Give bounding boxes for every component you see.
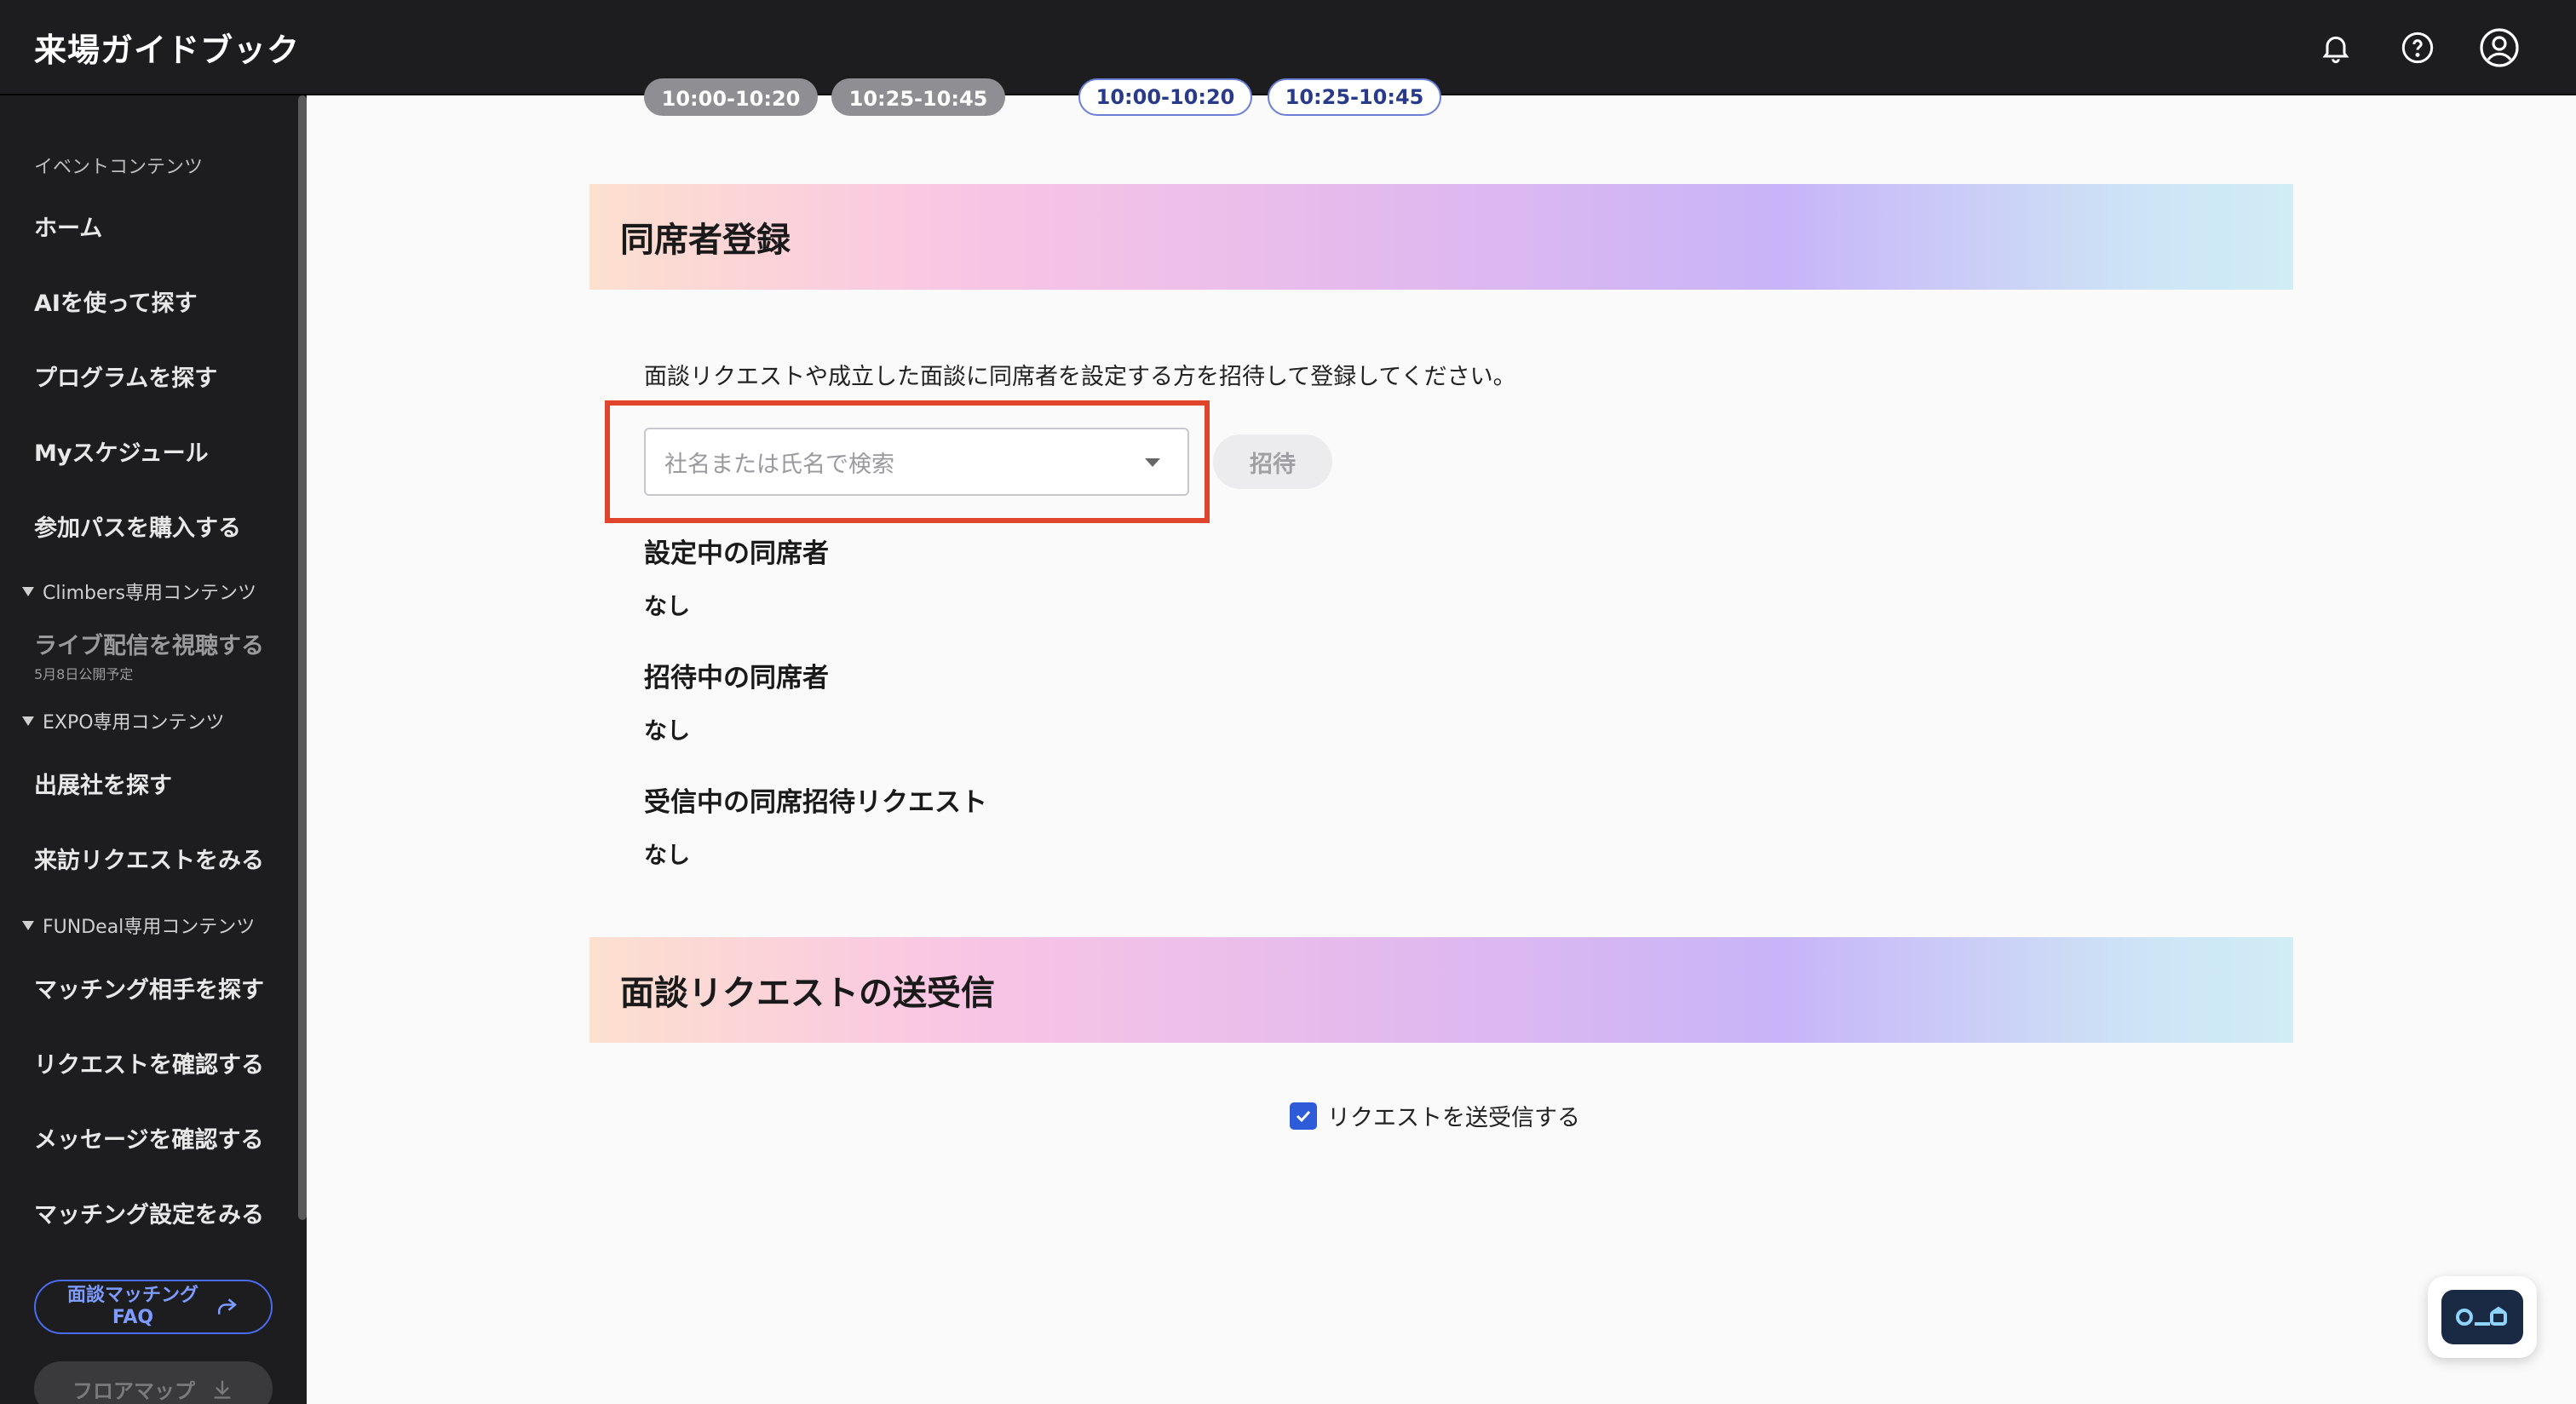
- sidebar-group-expo[interactable]: EXPO専用コンテンツ: [22, 707, 225, 734]
- incoming-requests-heading: 受信中の同席招待リクエスト: [644, 787, 987, 818]
- sidebar-group-climbers[interactable]: Climbers専用コンテンツ: [22, 578, 256, 605]
- app-title[interactable]: 来場ガイドブック: [34, 24, 300, 71]
- time-slot-pill[interactable]: 10:00-10:20: [644, 78, 818, 116]
- sidebar-item-buy-pass[interactable]: 参加パスを購入する: [34, 509, 241, 543]
- sidebar-group-label: EXPO専用コンテンツ: [43, 712, 225, 734]
- time-slot-pill[interactable]: 10:25-10:45: [1268, 78, 1441, 116]
- section-header-attendee-registration: 同席者登録: [589, 184, 2293, 290]
- search-placeholder: 社名または氏名で検索: [664, 451, 894, 478]
- sidebar-item-my-schedule[interactable]: Myスケジュール: [34, 434, 209, 468]
- download-icon: [210, 1377, 234, 1401]
- sidebar-item-check-messages[interactable]: メッセージを確認する: [34, 1121, 263, 1154]
- current-attendees-heading: 設定中の同席者: [644, 538, 829, 569]
- inviting-attendees-heading: 招待中の同席者: [644, 663, 829, 693]
- help-icon[interactable]: [2395, 26, 2440, 70]
- section-description: 面談リクエストや成立した面談に同席者を設定する方を招待して登録してください。: [644, 364, 1516, 390]
- account-icon[interactable]: [2477, 26, 2521, 70]
- sidebar-item-matching-settings[interactable]: マッチング設定をみる: [34, 1196, 264, 1229]
- sidebar-item-home[interactable]: ホーム: [34, 210, 102, 243]
- chevron-down-icon: [22, 920, 34, 930]
- sidebar-group-label: Climbers専用コンテンツ: [43, 583, 257, 604]
- request-checkbox-label: リクエストを送受信する: [1327, 1105, 1580, 1131]
- section-header-meeting-requests: 面談リクエストの送受信: [589, 937, 2293, 1043]
- chevron-down-icon: [22, 586, 34, 596]
- bell-icon[interactable]: [2314, 26, 2358, 70]
- incoming-requests-value: なし: [644, 843, 690, 869]
- inviting-attendees-value: なし: [644, 718, 690, 745]
- attendee-search-select[interactable]: 社名または氏名で検索: [644, 428, 1189, 496]
- main-content: [307, 95, 2576, 1404]
- sidebar-item-find-match[interactable]: マッチング相手を探す: [34, 971, 264, 1004]
- sidebar-item-check-requests[interactable]: リクエストを確認する: [34, 1046, 264, 1079]
- time-slot-pill[interactable]: 10:25-10:45: [831, 78, 1005, 116]
- faq-button-line2: FAQ: [112, 1307, 154, 1328]
- time-slot-pill[interactable]: 10:00-10:20: [1078, 78, 1252, 116]
- floor-map-button[interactable]: フロアマップ: [34, 1361, 273, 1404]
- sidebar-item-live-stream[interactable]: ライブ配信を視聴する: [34, 627, 264, 660]
- sidebar-item-note: 5月8日公開予定: [34, 666, 134, 682]
- sidebar-item-visit-requests[interactable]: 来訪リクエストをみる: [34, 842, 264, 875]
- chatbot-button[interactable]: [2428, 1276, 2537, 1358]
- current-attendees-value: なし: [644, 594, 690, 620]
- robot-icon: [2441, 1290, 2523, 1344]
- sidebar-item-programs[interactable]: プログラムを探す: [34, 360, 217, 393]
- floor-map-label: フロアマップ: [72, 1378, 195, 1403]
- sidebar-group-label: FUNDeal専用コンテンツ: [43, 917, 256, 938]
- invite-button[interactable]: 招待: [1213, 434, 1332, 489]
- share-icon: [214, 1294, 239, 1320]
- chevron-down-icon: [22, 716, 34, 726]
- chevron-down-icon: [1145, 458, 1160, 467]
- sidebar-item-ai-search[interactable]: AIを使って探す: [34, 285, 198, 318]
- request-checkbox[interactable]: [1290, 1102, 1317, 1130]
- faq-button-line1: 面談マッチング: [66, 1285, 198, 1306]
- sidebar: イベントコンテンツ ホーム AIを使って探す プログラムを探す Myスケジュール…: [0, 95, 307, 1404]
- sidebar-group-fundeal[interactable]: FUNDeal専用コンテンツ: [22, 912, 255, 939]
- section-title: 面談リクエストの送受信: [620, 974, 995, 1013]
- faq-button[interactable]: 面談マッチング FAQ: [34, 1280, 273, 1334]
- sidebar-scrollbar[interactable]: [298, 95, 307, 1220]
- sidebar-section-label: イベントコンテンツ: [34, 157, 204, 178]
- sidebar-item-exhibitors[interactable]: 出展社を探す: [34, 767, 172, 800]
- request-toggle-row[interactable]: リクエストを送受信する: [1290, 1099, 1580, 1132]
- section-title: 同席者登録: [620, 221, 791, 260]
